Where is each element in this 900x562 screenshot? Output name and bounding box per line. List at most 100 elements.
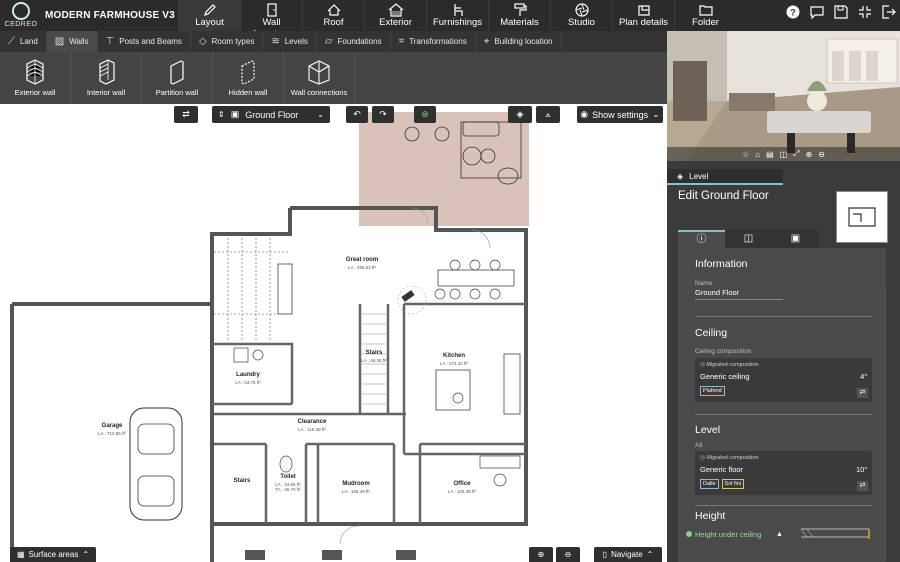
star-icon[interactable]: ☆ — [742, 150, 749, 159]
app-logo[interactable]: CEDREO — [4, 2, 38, 30]
subtab-foundations[interactable]: ▱ Foundations — [317, 31, 391, 52]
redo-button[interactable]: ↷ — [372, 106, 394, 123]
interior-wall-icon — [71, 52, 141, 88]
beam-icon: ⊤ — [105, 36, 115, 47]
terrain-button[interactable]: ⟑ — [536, 106, 560, 123]
panel-tabs: ⓘ ◫ ▣ — [678, 230, 819, 248]
level-panel-tab[interactable]: ◈ Level — [667, 169, 783, 185]
walk-icon[interactable]: ◫ — [780, 150, 788, 159]
subtab-label: Transformations — [409, 37, 467, 46]
room-area-toilet-2: TA : 36.70 ft² — [275, 487, 301, 492]
tab-preview[interactable]: ▣ — [772, 230, 819, 248]
walls-icon: ▨ — [54, 36, 65, 47]
3d-preview[interactable]: ☆ ⌂ ▤ ◫ ⤢ ⊕ ⊖ — [667, 31, 900, 161]
panel-title: Edit Ground Floor — [678, 190, 769, 202]
tab-roof[interactable]: Roof — [302, 0, 364, 31]
level-thumbnail[interactable] — [836, 191, 888, 243]
level-name-input[interactable]: Ground Floor — [695, 288, 783, 300]
layers-icon: ◈ — [516, 109, 524, 119]
zoom-in-icon[interactable]: ⊕ — [806, 150, 813, 159]
camera-icon[interactable]: ⌂ — [755, 150, 760, 159]
subtab-transformations[interactable]: ⌗ Transformations — [391, 31, 476, 52]
caret-up-icon[interactable]: ▲ — [776, 531, 783, 538]
tab-folder[interactable]: Folder — [674, 0, 736, 31]
navigate-button[interactable]: ▯ Navigate ⌃ — [594, 547, 662, 562]
magnet-button[interactable]: ⊛ — [414, 106, 436, 123]
tab-info[interactable]: ⓘ — [678, 230, 725, 248]
tab-furnishings[interactable]: Furnishings — [426, 0, 488, 31]
interior-wall-tool[interactable]: Interior wall — [71, 52, 142, 104]
subtab-levels[interactable]: ≋ Levels — [263, 31, 317, 52]
subtab-land[interactable]: ⟋ Land — [0, 31, 47, 52]
swap-composition-button[interactable]: ⇄ — [857, 481, 868, 491]
tab-materials[interactable]: Materials — [488, 0, 550, 31]
floor-plan-canvas[interactable]: Great room LA : 496.53 ft² Kitchen LA : … — [0, 104, 667, 562]
eye-icon: ◉ — [580, 109, 589, 119]
level-dropdown[interactable]: ⇕ ▣ Ground Floor ⌄ — [212, 106, 330, 123]
tab-walls[interactable]: ◫ — [725, 230, 772, 248]
tab-studio[interactable]: Studio — [550, 0, 612, 31]
subtab-posts-and-beams[interactable]: ⊤ Posts and Beams — [98, 31, 191, 52]
room-label-great-room: Great room — [345, 257, 379, 263]
sort-arrows-icon: ⇕ — [218, 110, 225, 119]
partition-wall-tool[interactable]: Partition wall — [142, 52, 213, 104]
wall-connections-tool[interactable]: Wall connections — [284, 52, 355, 104]
navigate-label: Navigate — [611, 550, 643, 559]
subtab-room-types[interactable]: ◇ Room types — [191, 31, 264, 52]
wall-connections-icon — [284, 52, 354, 88]
project-title: MODERN FARMHOUSE V3 — [45, 10, 175, 21]
comment-icon[interactable] — [808, 5, 826, 25]
level-dropdown-value: Ground Floor — [245, 109, 299, 120]
paint-roller-icon — [489, 0, 550, 17]
exterior-wall-tool[interactable]: Exterior wall — [0, 52, 71, 104]
zoom-in-button[interactable]: ⊕ — [529, 547, 553, 562]
divider — [695, 505, 872, 506]
collapse-icon[interactable] — [856, 5, 874, 25]
wall-tools-ribbon: Exterior wall Interior wall Partition wa… — [0, 52, 667, 104]
tab-plan-details[interactable]: Plan details — [612, 0, 674, 31]
chevron-up-icon: ⌃ — [646, 550, 654, 559]
zoom-out-button[interactable]: ⊖ — [556, 547, 580, 562]
tab-layout[interactable]: Layout — [178, 0, 240, 31]
tab-label: Exterior — [379, 17, 412, 28]
panel-scrollbar[interactable] — [885, 288, 886, 558]
chevron-down-icon: ⌄ — [652, 109, 660, 119]
room-label-garage: Garage — [101, 423, 123, 429]
show-settings-button[interactable]: ◉ Show settings ⌄ — [577, 106, 663, 123]
swap-composition-button[interactable]: ⇄ — [857, 388, 868, 398]
swap-icon: ⇄ — [859, 389, 866, 396]
tab-wall-openings[interactable]: Wall Openings — [240, 0, 302, 40]
roof-icon — [303, 0, 364, 17]
logout-icon[interactable] — [880, 5, 898, 25]
help-icon[interactable]: ? — [784, 5, 802, 25]
tag: Dalle — [700, 479, 719, 489]
surface-areas-button[interactable]: ▦ Surface areas ⌃ — [10, 547, 96, 562]
migrated-composition-label: ◷ Migrated composition — [700, 362, 759, 368]
tab-label: Layout — [195, 17, 224, 28]
view-icon[interactable]: ▤ — [766, 150, 774, 159]
logo-text: CEDREO — [4, 21, 38, 28]
floor-composition-card[interactable]: ◷ Migrated composition Generic floor 10"… — [695, 451, 872, 495]
undo-button[interactable]: ↶ — [346, 106, 368, 123]
info-icon: ⓘ — [696, 234, 707, 245]
layout-sub-tabs: ⟋ Land ▨ Walls ⊤ Posts and Beams ◇ Room … — [0, 31, 667, 52]
swap-view-button[interactable]: ⇄ — [174, 106, 198, 123]
surface-areas-icon: ▦ — [16, 550, 25, 559]
expand-icon[interactable]: ⤢ — [793, 149, 799, 159]
exterior-wall-icon — [0, 52, 70, 88]
save-icon[interactable] — [832, 5, 850, 25]
tab-exterior[interactable]: Exterior — [364, 0, 426, 31]
room-area-kitchen: LA : 273.42 ft² — [439, 361, 469, 366]
subtab-walls[interactable]: ▨ Walls — [46, 31, 98, 52]
all-label: All — [695, 442, 703, 449]
room-area-laundry: LA : 63.75 ft² — [235, 380, 261, 385]
subtab-building-location[interactable]: ⌖ Building location — [476, 31, 562, 52]
zoom-out-icon: ⊖ — [564, 550, 572, 559]
hidden-wall-tool[interactable]: Hidden wall — [213, 52, 284, 104]
ceiling-composition-card[interactable]: ◷ Migrated composition Generic ceiling 4… — [695, 358, 872, 402]
zoom-out-icon[interactable]: ⊖ — [818, 150, 825, 159]
tool-label: Interior wall — [86, 88, 126, 97]
transform-icon: ⌗ — [398, 36, 405, 47]
layers-button[interactable]: ◈ — [508, 106, 532, 123]
tool-label: Exterior wall — [14, 88, 56, 97]
